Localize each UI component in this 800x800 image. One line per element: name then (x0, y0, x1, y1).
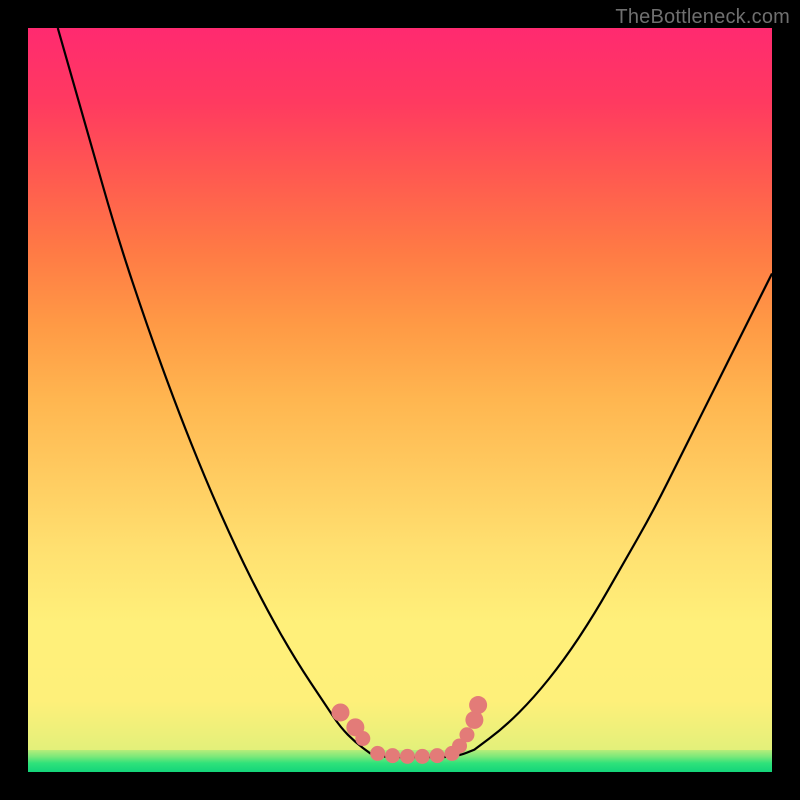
watermark-text: TheBottleneck.com (615, 6, 790, 29)
valley-dot (370, 746, 385, 761)
valley-dot (355, 731, 370, 746)
valley-dot (469, 696, 487, 714)
valley-dot (331, 703, 349, 721)
curve-layer (28, 28, 772, 772)
bottleneck-curve (58, 28, 772, 757)
chart-frame: TheBottleneck.com (0, 0, 800, 800)
valley-dot (430, 748, 445, 763)
valley-dot (400, 749, 415, 764)
plot-area (28, 28, 772, 772)
valley-dot (415, 749, 430, 764)
valley-dot (459, 727, 474, 742)
valley-dot (385, 748, 400, 763)
